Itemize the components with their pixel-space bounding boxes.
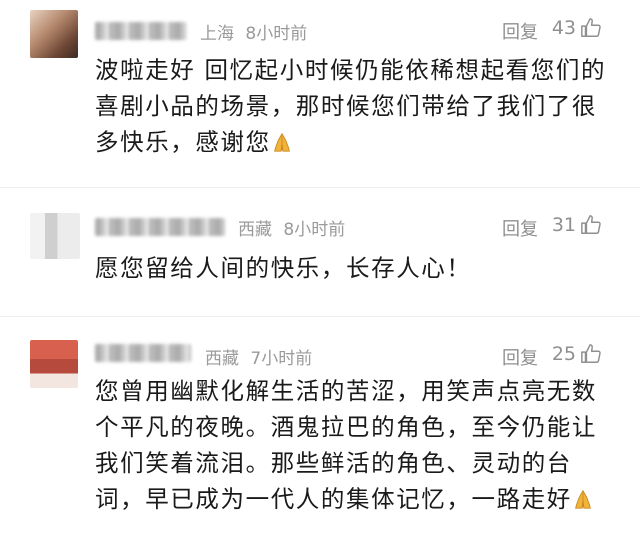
pray-emoji-icon — [273, 132, 290, 152]
pray-emoji-icon — [574, 489, 591, 509]
timestamp: 8小时前 — [283, 220, 346, 240]
like-button[interactable]: 31 — [552, 214, 602, 236]
comment-text: 您曾用幽默化解生活的苦涩，用笑声点亮无数个平凡的夜晚。酒鬼拉巴的角色，至今仍能让… — [95, 373, 615, 517]
location-label: 西藏 — [205, 349, 239, 369]
reply-button[interactable]: 回复 — [502, 18, 538, 44]
like-count: 31 — [551, 214, 576, 236]
location-label: 西藏 — [238, 220, 272, 240]
thumbs-up-icon — [581, 215, 601, 234]
like-button[interactable]: 25 — [552, 343, 602, 365]
avatar[interactable] — [30, 340, 78, 388]
comment-meta: 上海 8小时前 — [200, 19, 313, 44]
avatar[interactable] — [30, 213, 80, 259]
comment-body: 愿您留给人间的快乐，长存人心！ — [95, 254, 472, 282]
thumbs-up-icon — [581, 18, 601, 37]
comment-text: 愿您留给人间的快乐，长存人心！ — [95, 250, 615, 286]
reply-button[interactable]: 回复 — [502, 344, 538, 370]
like-count: 25 — [551, 343, 576, 365]
like-count: 43 — [551, 17, 576, 39]
divider — [0, 316, 640, 317]
thumbs-up-icon — [581, 344, 601, 363]
reply-button[interactable]: 回复 — [502, 215, 538, 241]
location-label: 上海 — [200, 24, 234, 44]
avatar[interactable] — [30, 10, 78, 58]
comment-body: 波啦走好 回忆起小时候仍能依稀想起看您们的喜剧小品的场景，那时候您们带给了我们了… — [95, 56, 607, 156]
comment-meta: 西藏 8小时前 — [238, 215, 351, 240]
timestamp: 8小时前 — [245, 24, 308, 44]
comment-meta: 西藏 7小时前 — [205, 344, 318, 369]
like-button[interactable]: 43 — [552, 17, 602, 39]
username-blurred[interactable] — [95, 22, 187, 40]
divider — [0, 187, 640, 188]
comment-text: 波啦走好 回忆起小时候仍能依稀想起看您们的喜剧小品的场景，那时候您们带给了我们了… — [95, 52, 615, 160]
timestamp: 7小时前 — [250, 349, 313, 369]
username-blurred[interactable] — [95, 344, 191, 362]
username-blurred[interactable] — [95, 218, 225, 236]
comment-body: 您曾用幽默化解生活的苦涩，用笑声点亮无数个平凡的夜晚。酒鬼拉巴的角色，至今仍能让… — [95, 377, 597, 513]
